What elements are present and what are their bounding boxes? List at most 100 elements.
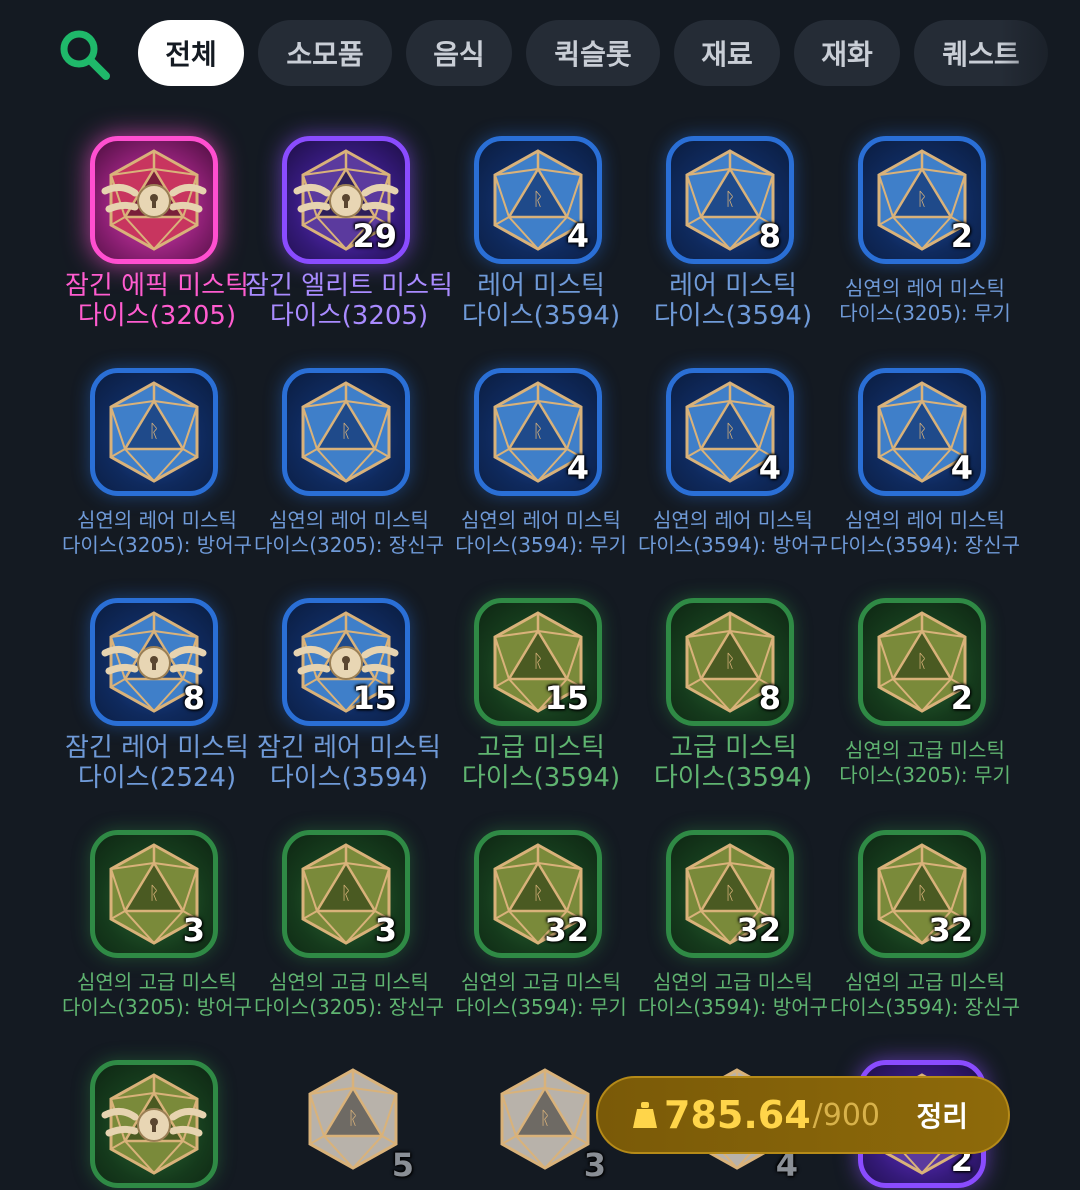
item-name: 심연의 레어 미스틱 다이스(3205): 방어구 [48,508,266,558]
item-name-line2: 다이스(3205) [77,300,237,331]
inventory-item[interactable]: ᚱ 8 고급 미스틱 다이스(3594) [638,598,828,818]
sort-button[interactable]: 정리 [916,1095,968,1135]
inventory-item[interactable]: ᚱ29 잠긴 엘리트 미스틱다이스(3205) [245,136,453,356]
item-count: 2 [950,679,973,717]
item-name-line2: 다이스(3594): 장신구 [830,533,1020,557]
item-name: 심연의 고급 미스틱 다이스(3205): 무기 [816,738,1034,788]
dice-slot: ᚱ3 [486,1060,614,1188]
inventory-item[interactable]: ᚱ 잠긴 에픽 미스틱다이스(3205) [62,136,252,356]
inventory-item[interactable]: ᚱ8 잠긴 레어 미스틱다이스(2524) [62,598,252,818]
item-name-line1: 고급 미스틱 [477,733,605,763]
dice-slot: ᚱ15 [282,598,410,726]
svg-text:ᚱ: ᚱ [725,883,736,904]
item-count: 3 [374,911,397,949]
item-name-line1: 심연의 고급 미스틱 [653,970,813,994]
svg-text:ᚱ: ᚱ [533,651,544,672]
item-name-line1: 심연의 레어 미스틱 [845,508,1005,532]
inventory-item[interactable]: ᚱ 4 심연의 레어 미스틱 다이스(3594): 장신구 [830,368,1020,588]
item-count: 4 [566,449,589,487]
dice-slot: ᚱ4 [474,136,602,264]
weight-max: /900 [812,1097,881,1133]
item-name: 심연의 레어 미스틱 다이스(3594): 장신구 [816,508,1034,558]
dice-slot: ᚱ8 [666,136,794,264]
inventory-item[interactable]: ᚱ15 잠긴 레어 미스틱다이스(3594) [254,598,444,818]
item-name: 레어 미스틱 다이스(3594) [432,271,650,332]
item-name-line2: 다이스(3205): 장신구 [254,533,444,557]
dice-slot: ᚱ3 [90,830,218,958]
svg-text:ᚱ: ᚱ [533,189,544,210]
item-count: 4 [758,449,781,487]
item-count: 4 [950,449,973,487]
item-name-line2: 다이스(3205): 무기 [839,763,1011,787]
item-name-line2: 다이스(3205): 장신구 [254,995,444,1019]
dice-slot: ᚱ 32 [858,830,986,958]
item-name-line2: 다이스(3205) [269,300,429,331]
item-count: 2 [950,217,973,255]
item-name-line2: 다이스(2524) [77,762,237,793]
item-name-line1: 레어 미스틱 [477,271,605,301]
svg-text:ᚱ: ᚱ [725,421,736,442]
inventory-item[interactable]: ᚱ 15 고급 미스틱 다이스(3594) [446,598,636,818]
inventory-item[interactable]: ᚱ 4 레어 미스틱 다이스(3594) [446,136,636,356]
item-name: 심연의 고급 미스틱 다이스(3594): 방어구 [624,970,842,1020]
inventory-item[interactable]: ᚱ 2 심연의 고급 미스틱 다이스(3205): 무기 [830,598,1020,818]
dice-slot: ᚱ [282,368,410,496]
inventory-item[interactable]: ᚱ 8 레어 미스틱 다이스(3594) [638,136,828,356]
weight-current: 785.64 [664,1093,811,1137]
item-name-line2: 다이스(3594): 무기 [455,995,627,1019]
svg-text:ᚱ: ᚱ [725,651,736,672]
inventory-item[interactable]: ᚱ [62,1060,252,1190]
item-name-line1: 잠긴 레어 미스틱 [65,733,249,763]
item-count: 8 [758,217,781,255]
item-name-line1: 심연의 고급 미스틱 [845,970,1005,994]
item-name: 잠긴 레어 미스틱 다이스(3594) [240,733,458,794]
inventory-item[interactable]: ᚱ 4 심연의 레어 미스틱 다이스(3594): 방어구 [638,368,828,588]
inventory-item[interactable]: ᚱ 2 심연의 레어 미스틱 다이스(3205): 무기 [830,136,1020,356]
item-name-line1: 심연의 고급 미스틱 [845,738,1005,762]
svg-text:ᚱ: ᚱ [917,421,928,442]
dice-slot: ᚱ [90,368,218,496]
item-count: 8 [182,679,205,717]
item-name: 심연의 레어 미스틱 다이스(3205): 무기 [816,276,1034,326]
inventory-item[interactable]: ᚱ 3 심연의 고급 미스틱 다이스(3205): 장신구 [254,830,444,1050]
inventory-item[interactable]: ᚱ 심연의 레어 미스틱 다이스(3205): 방어구 [62,368,252,588]
inventory-item[interactable]: ᚱ 3 심연의 고급 미스틱 다이스(3205): 방어구 [62,830,252,1050]
inventory-item[interactable]: ᚱ 4 심연의 레어 미스틱 다이스(3594): 무기 [446,368,636,588]
item-name-line1: 레어 미스틱 [669,271,797,301]
item-name: 심연의 레어 미스틱 다이스(3594): 무기 [432,508,650,558]
svg-text:ᚱ: ᚱ [533,421,544,442]
inventory-item[interactable]: ᚱ 32 심연의 고급 미스틱 다이스(3594): 무기 [446,830,636,1050]
item-name: 잠긴 엘리트 미스틱 다이스(3205) [240,271,458,332]
svg-text:ᚱ: ᚱ [533,883,544,904]
item-name-line2: 다이스(3594): 장신구 [830,995,1020,1019]
item-name-line2: 다이스(3594) [461,762,621,793]
item-name-line1: 심연의 레어 미스틱 [461,508,621,532]
inventory-item[interactable]: ᚱ 심연의 레어 미스틱 다이스(3205): 장신구 [254,368,444,588]
item-name-line1: 고급 미스틱 [669,733,797,763]
item-name-line1: 심연의 고급 미스틱 [269,970,429,994]
item-name-line1: 심연의 고급 미스틱 [77,970,237,994]
inventory-item[interactable]: ᚱ 32 심연의 고급 미스틱 다이스(3594): 장신구 [830,830,1020,1050]
inventory-grid: ᚱ잠긴 에픽 미스틱다이스(3205)ᚱ29잠긴 엘리트 미스틱다이스(3205… [0,0,1080,1190]
dice-slot: ᚱ8 [90,598,218,726]
inventory-item[interactable]: ᚱ5 [254,1060,444,1190]
item-count: 15 [352,679,397,717]
item-count: 32 [736,911,781,949]
dice-slot: ᚱ8 [666,598,794,726]
dice-slot: ᚱ [90,1060,218,1188]
item-name: 잠긴 레어 미스틱 다이스(2524) [48,733,266,794]
item-name-line2: 다이스(3594) [461,300,621,331]
item-count: 29 [352,217,397,255]
inventory-item[interactable]: ᚱ 32 심연의 고급 미스틱 다이스(3594): 방어구 [638,830,828,1050]
item-name-line1: 심연의 레어 미스틱 [845,276,1005,300]
item-name-line2: 다이스(3594): 방어구 [638,995,828,1019]
item-name-line1: 심연의 레어 미스틱 [77,508,237,532]
dice-slot: ᚱ2 [858,136,986,264]
item-count: 15 [544,679,589,717]
dice-slot: ᚱ4 [666,368,794,496]
item-name: 심연의 고급 미스틱 다이스(3594): 무기 [432,970,650,1020]
item-name-line1: 심연의 레어 미스틱 [269,508,429,532]
svg-text:ᚱ: ᚱ [540,1108,551,1129]
item-count: 5 [391,1146,414,1184]
item-name-line1: 잠긴 에픽 미스틱 [65,271,249,301]
